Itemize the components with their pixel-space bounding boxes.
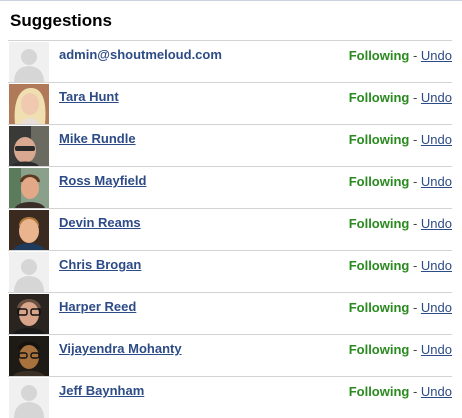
undo-link[interactable]: Undo <box>421 342 452 357</box>
follow-status: Following - Undo <box>349 216 452 231</box>
panel-title: Suggestions <box>10 11 113 30</box>
default-avatar-icon <box>9 378 49 418</box>
top-border <box>0 0 462 1</box>
profile-photo-icon <box>9 126 49 166</box>
undo-link[interactable]: Undo <box>421 258 452 273</box>
separator: - <box>409 258 421 273</box>
separator: - <box>409 174 421 189</box>
suggestion-list: admin@shoutmeloud.com Following - Undo T… <box>8 40 452 418</box>
user-name-link[interactable]: Devin Reams <box>59 215 141 230</box>
follow-status: Following - Undo <box>349 132 452 147</box>
list-item: Ross Mayfield Following - Undo <box>8 166 452 208</box>
separator: - <box>409 48 421 63</box>
undo-link[interactable]: Undo <box>421 132 452 147</box>
undo-link[interactable]: Undo <box>421 90 452 105</box>
avatar[interactable] <box>9 210 49 250</box>
list-item: admin@shoutmeloud.com Following - Undo <box>8 40 452 82</box>
separator: - <box>409 342 421 357</box>
follow-status: Following - Undo <box>349 174 452 189</box>
list-item: Mike Rundle Following - Undo <box>8 124 452 166</box>
list-item: Devin Reams Following - Undo <box>8 208 452 250</box>
profile-photo-icon <box>9 168 49 208</box>
undo-link[interactable]: Undo <box>421 300 452 315</box>
list-item: Chris Brogan Following - Undo <box>8 250 452 292</box>
avatar[interactable] <box>9 336 49 376</box>
separator: - <box>409 300 421 315</box>
following-label: Following <box>348 90 410 105</box>
avatar[interactable] <box>9 168 49 208</box>
separator: - <box>409 132 421 147</box>
separator: - <box>409 384 421 399</box>
avatar[interactable] <box>9 294 49 334</box>
user-name: admin@shoutmeloud.com <box>59 47 222 62</box>
following-label: Following <box>348 384 410 399</box>
user-name-link[interactable]: Ross Mayfield <box>59 173 146 188</box>
separator: - <box>409 90 421 105</box>
following-label: Following <box>348 132 410 147</box>
user-name-link[interactable]: Jeff Baynham <box>59 383 144 398</box>
following-label: Following <box>348 216 410 231</box>
follow-status: Following - Undo <box>349 384 452 399</box>
profile-photo-icon <box>9 84 49 124</box>
user-name-link[interactable]: Chris Brogan <box>59 257 141 272</box>
avatar[interactable] <box>9 378 49 418</box>
undo-link[interactable]: Undo <box>421 48 452 63</box>
follow-status: Following - Undo <box>349 48 452 63</box>
follow-status: Following - Undo <box>349 258 452 273</box>
user-name-link[interactable]: Vijayendra Mohanty <box>59 341 182 356</box>
user-name-link[interactable]: Tara Hunt <box>59 89 119 104</box>
undo-link[interactable]: Undo <box>421 384 452 399</box>
following-label: Following <box>348 258 410 273</box>
following-label: Following <box>348 48 410 63</box>
user-name-link[interactable]: Harper Reed <box>59 299 136 314</box>
follow-status: Following - Undo <box>349 342 452 357</box>
avatar[interactable] <box>9 126 49 166</box>
undo-link[interactable]: Undo <box>421 174 452 189</box>
avatar[interactable] <box>9 84 49 124</box>
undo-link[interactable]: Undo <box>421 216 452 231</box>
profile-photo-icon <box>9 336 49 376</box>
follow-status: Following - Undo <box>349 90 452 105</box>
follow-status: Following - Undo <box>349 300 452 315</box>
following-label: Following <box>348 174 410 189</box>
following-label: Following <box>348 300 410 315</box>
separator: - <box>409 216 421 231</box>
list-item: Tara Hunt Following - Undo <box>8 82 452 124</box>
user-name-link[interactable]: Mike Rundle <box>59 131 136 146</box>
default-avatar-icon <box>9 252 49 292</box>
default-avatar-icon <box>9 42 49 82</box>
list-item: Vijayendra Mohanty Following - Undo <box>8 334 452 376</box>
profile-photo-icon <box>9 294 49 334</box>
following-label: Following <box>348 342 410 357</box>
avatar[interactable] <box>9 252 49 292</box>
list-item: Harper Reed Following - Undo <box>8 292 452 334</box>
profile-photo-icon <box>9 210 49 250</box>
list-item: Jeff Baynham Following - Undo <box>8 376 452 418</box>
avatar[interactable] <box>9 42 49 82</box>
